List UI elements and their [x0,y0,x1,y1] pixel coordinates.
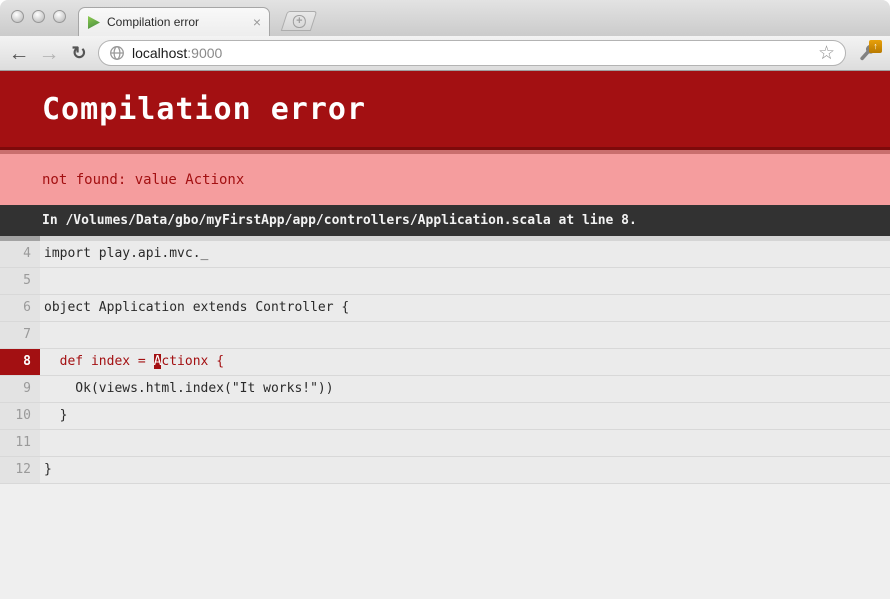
url-port: :9000 [187,45,222,61]
line-number: 5 [0,268,40,294]
zoom-window-button[interactable] [53,10,66,23]
code-text [40,268,890,294]
globe-icon [109,45,125,61]
wrench-menu-button[interactable]: ↑ [854,40,882,66]
minimize-window-button[interactable] [32,10,45,23]
code-text: } [40,457,890,483]
line-number: 11 [0,430,40,456]
browser-toolbar: ← → ↻ localhost:9000 ☆ ↑ [0,36,890,71]
error-location: In /Volumes/Data/gbo/myFirstApp/app/cont… [42,213,637,228]
code-line-row: 7 [0,322,890,349]
window-controls [11,10,66,23]
line-number: 9 [0,376,40,402]
browser-tab[interactable]: Compilation error × [78,7,270,36]
browser-window: Compilation error × + ← → ↻ localhost:90… [0,0,890,599]
url-host: localhost [132,45,187,61]
new-tab-button[interactable]: + [281,11,317,31]
code-text: def index = Actionx { [40,349,890,375]
bookmark-star-icon[interactable]: ☆ [818,44,835,63]
error-message: not found: value Actionx [42,172,244,188]
code-text: object Application extends Controller { [40,295,890,321]
back-button[interactable]: ← [8,43,30,64]
code-text: } [40,403,890,429]
error-location-bar: In /Volumes/Data/gbo/myFirstApp/app/cont… [0,205,890,236]
code-text: import play.api.mvc._ [40,241,890,267]
tab-close-icon[interactable]: × [253,15,261,29]
code-line-row: 4 import play.api.mvc._ [0,241,890,268]
code-line-row: 8 def index = Actionx { [0,349,890,376]
line-number: 4 [0,241,40,267]
code-text [40,322,890,348]
tab-title: Compilation error [107,15,247,29]
plus-icon: + [293,15,306,28]
line-number: 12 [0,457,40,483]
line-number: 10 [0,403,40,429]
error-header: Compilation error [0,71,890,150]
address-bar[interactable]: localhost:9000 ☆ [98,40,846,66]
line-number: 7 [0,322,40,348]
code-line-row: 12 } [0,457,890,484]
page-title: Compilation error [42,92,366,127]
code-line-row: 11 [0,430,890,457]
code-text [40,430,890,456]
code-lines: 4 import play.api.mvc._ 5 6 object Appli… [0,241,890,484]
url-text[interactable]: localhost:9000 [132,45,811,61]
error-message-banner: not found: value Actionx [0,150,890,205]
reload-button[interactable]: ↻ [68,44,90,62]
code-text: Ok(views.html.index("It works!")) [40,376,890,402]
close-window-button[interactable] [11,10,24,23]
code-line-row: 9 Ok(views.html.index("It works!")) [0,376,890,403]
line-number: 8 [0,349,40,375]
update-badge-icon: ↑ [869,40,882,53]
code-line-row: 5 [0,268,890,295]
code-line-row: 10 } [0,403,890,430]
error-page: Compilation error not found: value Actio… [0,71,890,599]
forward-button[interactable]: → [38,43,60,64]
source-code-block: 4 import play.api.mvc._ 5 6 object Appli… [0,236,890,484]
line-number: 6 [0,295,40,321]
code-line-row: 6 object Application extends Controller … [0,295,890,322]
titlebar: Compilation error × + [0,0,890,36]
play-framework-favicon-icon [87,15,101,30]
